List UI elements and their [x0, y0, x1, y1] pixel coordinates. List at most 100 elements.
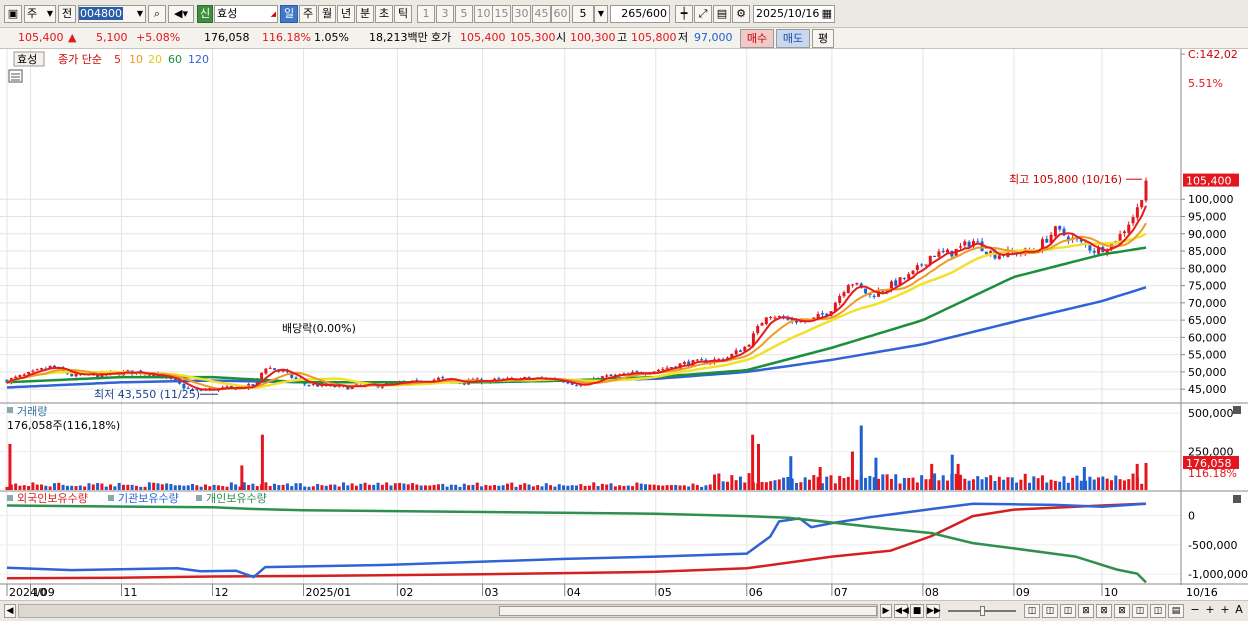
stock-chart[interactable]: 2024/0910 11 12 2025/01 02 03 04 05 06 07 08 09 10 10… [0, 49, 1248, 600]
volume-bar [1006, 477, 1010, 490]
interval-button-4[interactable]: 15 [492, 5, 511, 23]
auto-scale-icon[interactable]: A [1232, 604, 1246, 618]
volume-spike-bar [1082, 466, 1086, 490]
candle-type-icon[interactable]: ┿ [675, 5, 693, 23]
volume-bar [833, 483, 837, 490]
tool-icon-1[interactable]: ◫ [1024, 604, 1040, 618]
interval-button-2[interactable]: 5 [455, 5, 473, 23]
x-tick-label: 08 [925, 586, 939, 599]
market-select[interactable]: 주 ▼ [24, 5, 56, 23]
volume-bar [333, 484, 337, 490]
tool-icon-9[interactable]: ▤ [1168, 604, 1184, 618]
interval-button-6[interactable]: 45 [532, 5, 551, 23]
period-button-6[interactable]: 틱 [394, 5, 412, 23]
volume-bar [497, 485, 501, 490]
date-field[interactable]: 2025/10/16 ▦ [753, 5, 835, 23]
candle-body [1045, 238, 1049, 243]
volume-bar [156, 483, 160, 490]
tool-icon-7[interactable]: ◫ [1132, 604, 1148, 618]
stop-icon[interactable]: ■ [910, 604, 924, 618]
stock-name-field[interactable]: 효성 ◢ [214, 5, 278, 23]
volume-bar [22, 485, 26, 490]
period-button-2[interactable]: 월 [318, 5, 336, 23]
volume-bar [385, 482, 389, 490]
interval-button-1[interactable]: 3 [436, 5, 454, 23]
volume-bar [669, 485, 673, 490]
zoom-out-icon[interactable]: − [1188, 604, 1202, 618]
evaluate-button[interactable]: 평 [812, 29, 834, 48]
volume-spike-bar [8, 443, 12, 490]
stock-code-input[interactable]: 004800 ▼ [78, 5, 146, 23]
volume-bar [126, 484, 130, 490]
volume-bar [885, 474, 889, 490]
search-icon[interactable]: ⌕ [148, 5, 166, 23]
count-field[interactable]: 265/600 [610, 5, 670, 23]
interval-value: 5 [579, 7, 587, 20]
gear-icon[interactable]: ⚙ [732, 5, 750, 23]
interval-button-7[interactable]: 60 [551, 5, 570, 23]
fast-forward-icon[interactable]: ▶▶ [926, 604, 941, 618]
zoom-in-icon[interactable]: + [1203, 604, 1217, 618]
tool-icon-4[interactable]: ⊠ [1078, 604, 1094, 618]
sell-button[interactable]: 매도 [776, 29, 810, 48]
tool-icon-5[interactable]: ⊠ [1096, 604, 1112, 618]
tool-icon-8[interactable]: ◫ [1150, 604, 1166, 618]
volume-bar [807, 479, 811, 490]
window-menu-icon[interactable]: ▣ [4, 5, 22, 23]
volume-bar [695, 485, 699, 490]
tool-icon-6[interactable]: ⊠ [1114, 604, 1130, 618]
speaker-icon[interactable]: ◀▾ [168, 5, 194, 23]
scroll-left-icon[interactable]: ◀ [4, 604, 16, 618]
volume-bar [350, 483, 354, 490]
volume-bar [169, 484, 173, 490]
candle-body [820, 313, 824, 315]
interval-button-3[interactable]: 10 [474, 5, 493, 23]
scroll-right-icon[interactable]: ▶ [880, 604, 892, 618]
chevron-down-icon[interactable]: ▼ [594, 5, 608, 23]
volume-bar [907, 478, 911, 490]
volume-bar [1040, 475, 1044, 490]
ma10-legend: 10 [129, 53, 143, 66]
holdings-panel-close-icon[interactable] [1233, 495, 1241, 503]
prev-button[interactable]: 전 [58, 5, 76, 23]
volume-bar [514, 486, 518, 490]
candle-body [911, 270, 915, 275]
volume-bar [786, 477, 790, 490]
volume-bar [139, 486, 143, 490]
volume-spike-bar [859, 425, 863, 490]
volume-bar [298, 483, 302, 490]
save-icon[interactable]: ▤ [713, 5, 731, 23]
volume-bar [1071, 477, 1075, 490]
zoom-reset-icon[interactable]: + [1218, 604, 1232, 618]
volume-bar [920, 475, 924, 490]
tool-icon-3[interactable]: ◫ [1060, 604, 1076, 618]
period-button-5[interactable]: 초 [375, 5, 393, 23]
y-tick-label: 45,000 [1188, 383, 1227, 396]
volume-bar [674, 484, 678, 490]
draw-tool-icon[interactable]: ⤢ [694, 5, 712, 23]
tool-icon-2[interactable]: ◫ [1042, 604, 1058, 618]
scroll-thumb[interactable] [499, 606, 877, 616]
x-tick-label: 06 [749, 586, 763, 599]
volume-bar [78, 485, 82, 490]
period-button-1[interactable]: 주 [299, 5, 317, 23]
period-button-3[interactable]: 년 [337, 5, 355, 23]
candle-body [738, 350, 742, 352]
interval-button-5[interactable]: 30 [512, 5, 531, 23]
volume-bar [864, 477, 868, 490]
period-button-0[interactable]: 일 [280, 5, 298, 23]
volume-bar [91, 484, 95, 490]
interval-button-0[interactable]: 1 [417, 5, 435, 23]
ma60-legend: 60 [168, 53, 182, 66]
candle-body [635, 371, 639, 373]
zoom-slider-handle[interactable] [980, 606, 985, 616]
volume-panel-close-icon[interactable] [1233, 406, 1241, 414]
rewind-icon[interactable]: ◀◀ [894, 604, 909, 618]
interval-select[interactable]: 5 [572, 5, 594, 23]
volume-bar [1053, 480, 1057, 490]
volume-bar [419, 485, 423, 490]
period-button-4[interactable]: 분 [356, 5, 374, 23]
scroll-track[interactable] [18, 604, 878, 618]
buy-button[interactable]: 매수 [740, 29, 774, 48]
candle-body [1053, 226, 1057, 237]
